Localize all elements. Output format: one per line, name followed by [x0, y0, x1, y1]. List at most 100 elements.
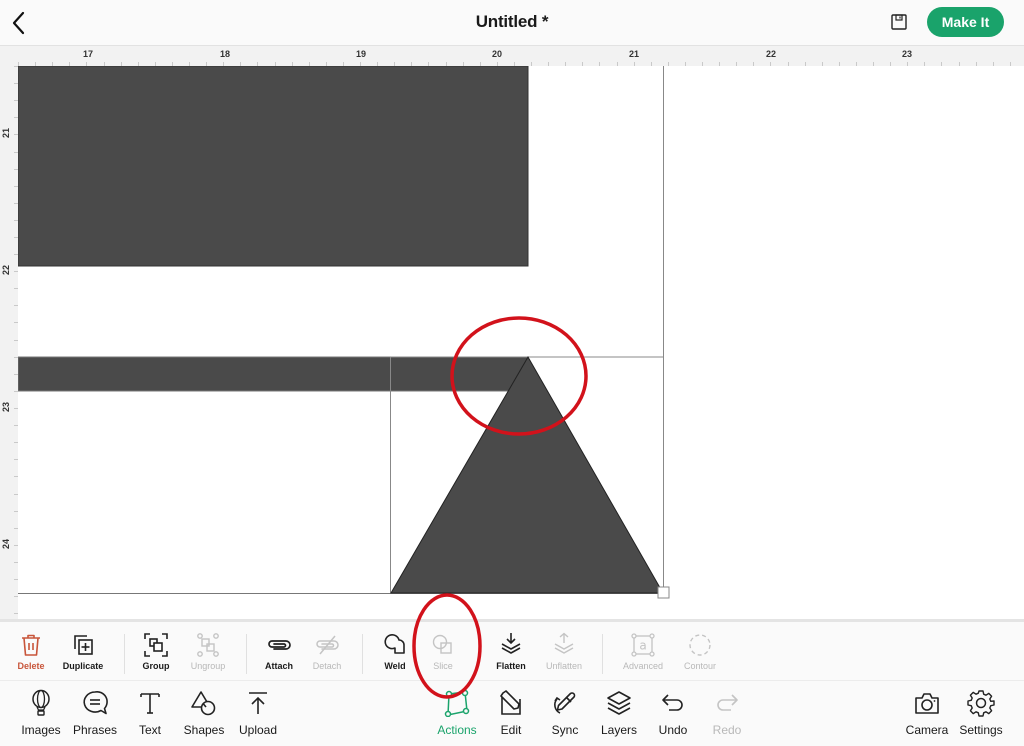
slice-button[interactable]: Slice: [413, 632, 473, 678]
trash-icon: [22, 634, 40, 656]
paperclip-icon: [268, 640, 291, 650]
camera-icon: [915, 693, 939, 714]
delete-label: Delete: [17, 661, 45, 671]
duplicate-icon: [74, 635, 93, 655]
nav-actions[interactable]: Actions: [428, 689, 486, 741]
unflatten-label: Unflatten: [545, 661, 583, 671]
nav-undo-label: Undo: [658, 723, 688, 737]
save-icon[interactable]: [889, 12, 909, 32]
contour-button[interactable]: Contour: [670, 632, 730, 678]
ruler-label: 19: [356, 49, 367, 59]
group-label: Group: [142, 661, 170, 671]
sync-icon: [554, 692, 576, 714]
bottom-navigation: Images Phrases Text Shapes Upload Action…: [0, 681, 1024, 746]
toolbar-divider: [246, 634, 247, 674]
slice-icon: [432, 634, 452, 654]
delete-button[interactable]: Delete: [1, 632, 61, 678]
toolbar-divider: [602, 634, 603, 674]
nav-edit-label: Edit: [500, 723, 522, 737]
contour-icon: [689, 634, 711, 656]
weld-icon: [384, 634, 405, 654]
detach-label: Detach: [312, 661, 342, 671]
ruler-label: 23: [1, 401, 11, 412]
nav-actions-label: Actions: [437, 723, 477, 737]
flatten-icon: [501, 633, 521, 654]
nav-layers[interactable]: Layers: [590, 689, 648, 741]
flatten-button[interactable]: Flatten: [481, 632, 541, 678]
nav-text[interactable]: Text: [121, 689, 179, 741]
vertical-ruler: 21 22 23 24: [0, 66, 18, 619]
ruler-label: 21: [629, 49, 640, 59]
svg-text:a: a: [639, 639, 646, 653]
resize-handle[interactable]: [657, 586, 670, 599]
edit-icon: [500, 690, 521, 715]
toolbar-divider: [362, 634, 363, 674]
gear-icon: [967, 690, 995, 717]
ruler-label: 22: [766, 49, 777, 59]
nav-phrases[interactable]: Phrases: [66, 689, 124, 741]
nav-upload-label: Upload: [238, 723, 278, 737]
ruler-label: 20: [492, 49, 503, 59]
nav-redo-label: Redo: [712, 723, 742, 737]
upload-icon: [249, 692, 267, 714]
detach-button[interactable]: Detach: [297, 632, 357, 678]
nav-camera-label: Camera: [905, 723, 949, 737]
triangle-shape[interactable]: [390, 355, 664, 594]
ruler-label: 21: [1, 127, 11, 138]
contour-label: Contour: [683, 661, 717, 671]
ruler-label: 17: [83, 49, 94, 59]
nav-phrases-label: Phrases: [72, 723, 118, 737]
duplicate-label: Duplicate: [62, 661, 104, 671]
slice-label: Slice: [433, 661, 453, 671]
nav-camera[interactable]: Camera: [898, 689, 956, 741]
design-space: Untitled * Make It 17 18 19 20 21 22 23 …: [0, 0, 1024, 746]
nav-images-label: Images: [21, 723, 61, 737]
ungroup-button[interactable]: Ungroup: [178, 632, 238, 678]
undo-icon: [662, 694, 683, 711]
top-header: Untitled * Make It: [0, 0, 1024, 46]
unflatten-icon: [554, 632, 574, 654]
nav-shapes[interactable]: Shapes: [175, 689, 233, 741]
nav-redo[interactable]: Redo: [698, 689, 756, 741]
actions-icon: [444, 689, 470, 717]
flatten-label: Flatten: [496, 661, 526, 671]
ungroup-icon: [197, 633, 219, 657]
duplicate-button[interactable]: Duplicate: [53, 632, 113, 678]
group-icon: [144, 633, 168, 657]
group-button[interactable]: Group: [126, 632, 186, 678]
advanced-button[interactable]: a Advanced: [613, 632, 673, 678]
advanced-label: Advanced: [622, 661, 664, 671]
shapes-icon: [191, 691, 216, 716]
advanced-icon: a: [631, 633, 655, 657]
make-it-button[interactable]: Make It: [927, 7, 1004, 37]
toolbar-divider: [124, 634, 125, 674]
detach-icon: [316, 635, 339, 655]
nav-settings[interactable]: Settings: [952, 689, 1010, 741]
top-rectangle[interactable]: [18, 66, 529, 267]
nav-text-label: Text: [138, 723, 161, 737]
text-icon: [140, 693, 160, 714]
ruler-label: 23: [902, 49, 913, 59]
ungroup-label: Ungroup: [190, 661, 226, 671]
unflatten-button[interactable]: Unflatten: [534, 632, 594, 678]
ruler-label: 18: [220, 49, 231, 59]
document-title: Untitled *: [475, 12, 549, 31]
nav-sync-label: Sync: [551, 723, 579, 737]
canvas[interactable]: [18, 66, 1024, 619]
nav-undo[interactable]: Undo: [644, 689, 702, 741]
nav-settings-label: Settings: [959, 723, 1003, 737]
balloon-icon: [32, 689, 50, 716]
speech-bubble-icon: [83, 690, 108, 715]
nav-shapes-label: Shapes: [183, 723, 225, 737]
nav-images[interactable]: Images: [12, 689, 70, 741]
nav-edit[interactable]: Edit: [482, 689, 540, 741]
nav-upload[interactable]: Upload: [229, 689, 287, 741]
middle-bar[interactable]: [18, 356, 529, 392]
ruler-label: 24: [1, 538, 11, 549]
ruler-label: 22: [1, 264, 11, 275]
nav-layers-label: Layers: [600, 723, 638, 737]
horizontal-ruler: 17 18 19 20 21 22 23: [0, 46, 1024, 66]
nav-sync[interactable]: Sync: [536, 689, 594, 741]
redo-icon: [717, 694, 738, 711]
actions-toolbar: Delete Duplicate Group Ungroup Attach De…: [0, 619, 1024, 681]
